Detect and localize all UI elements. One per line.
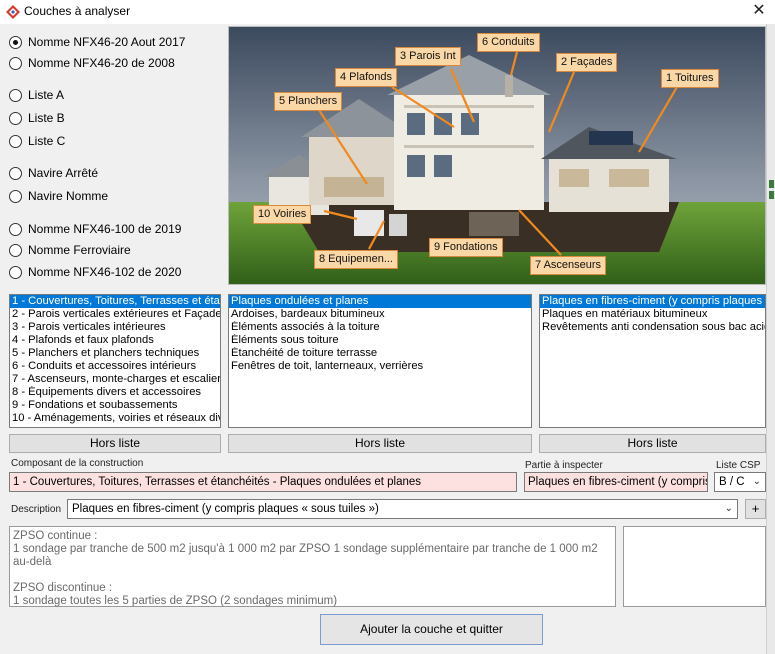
radio-indicator <box>9 88 22 102</box>
close-icon: ✕ <box>752 2 766 19</box>
add-description-button[interactable]: + <box>745 499 766 519</box>
tag-fondations[interactable]: 9 Fondations <box>429 238 503 257</box>
list-item[interactable]: 9 - Fondations et soubassements <box>10 399 220 412</box>
partie-label: Partie à inspecter <box>525 460 603 471</box>
side-notes-textarea[interactable] <box>623 526 766 607</box>
list-item[interactable]: Éléments associés à la toiture <box>229 321 531 334</box>
list-item[interactable]: Fenêtres de toit, lanterneaux, verrières <box>229 360 531 373</box>
list-item[interactable]: 1 - Couvertures, Toitures, Terrasses et … <box>10 295 220 308</box>
sampling-notes-textarea[interactable]: ZPSO continue : 1 sondage par tranche de… <box>9 526 616 607</box>
description-label: Description <box>11 504 62 515</box>
tag-equipements[interactable]: 8 Equipemen... <box>314 250 398 269</box>
arrow-parois-int <box>449 68 476 123</box>
list-item[interactable]: 6 - Conduits et accessoires intérieurs <box>10 360 220 373</box>
list-item[interactable]: 4 - Plafonds et faux plafonds <box>10 334 220 347</box>
tag-toitures[interactable]: 1 Toitures <box>661 69 719 88</box>
composant-label: Composant de la construction <box>11 458 144 469</box>
chevron-down-icon: ⌄ <box>724 503 733 514</box>
window-right-edge <box>766 24 775 654</box>
radio-indicator <box>9 189 22 203</box>
radio-indicator <box>9 166 22 180</box>
radio-indicator <box>9 134 22 148</box>
radio-indicator <box>9 35 22 49</box>
radio-liste-a[interactable]: Liste A <box>9 87 64 103</box>
radio-navire-arrete[interactable]: Navire Arrêté <box>9 165 98 181</box>
composant-field[interactable]: 1 - Couvertures, Toitures, Terrasses et … <box>9 472 517 492</box>
list-item[interactable]: Plaques en fibres-ciment (y compris plaq… <box>540 295 765 308</box>
title-bar: Couches à analyser ✕ <box>0 0 775 24</box>
list-item[interactable]: Plaques en matériaux bitumineux <box>540 308 765 321</box>
radio-indicator <box>9 265 22 279</box>
tag-facades[interactable]: 2 Façades <box>556 53 618 72</box>
radio-indicator <box>9 222 22 236</box>
edge-marker <box>769 180 774 188</box>
building-illustration: 1 Toitures 2 Façades 3 Parois Int 4 Plaf… <box>228 26 766 285</box>
parts-listbox[interactable]: Plaques ondulées et planes Ardoises, bar… <box>228 294 532 428</box>
csp-label: Liste CSP <box>716 460 761 471</box>
tag-voiries[interactable]: 10 Voiries <box>253 205 312 224</box>
list-item[interactable]: 5 - Planchers et planchers techniques <box>10 347 220 360</box>
list-item[interactable]: Plaques ondulées et planes <box>229 295 531 308</box>
arrow-equipements <box>368 220 385 250</box>
radio-indicator <box>9 243 22 257</box>
radio-liste-c[interactable]: Liste C <box>9 133 65 149</box>
hors-liste-materials-button[interactable]: Hors liste <box>539 434 766 453</box>
list-item[interactable]: 10 - Aménagements, voiries et réseaux di… <box>10 412 220 425</box>
window-title: Couches à analyser <box>24 4 131 18</box>
arrow-ascenseurs <box>518 209 562 256</box>
arrow-voiries <box>323 209 358 221</box>
hors-liste-parts-button[interactable]: Hors liste <box>228 434 532 453</box>
description-select[interactable]: Plaques en fibres-ciment (y compris plaq… <box>67 499 738 519</box>
tag-planchers[interactable]: 5 Planchers <box>274 92 343 111</box>
arrow-plafonds <box>391 86 455 128</box>
csp-select[interactable]: B / C ⌄ <box>714 472 766 492</box>
radio-indicator <box>9 56 22 70</box>
radio-indicator <box>9 111 22 125</box>
radio-norm-nfx46-20-2008[interactable]: Nomme NFX46-20 de 2008 <box>9 55 175 71</box>
radio-norm-nfx46-102-2020[interactable]: Nomme NFX46-102 de 2020 <box>9 264 181 280</box>
radio-norm-nfx46-100-2019[interactable]: Nomme NFX46-100 de 2019 <box>9 221 181 237</box>
list-item[interactable]: Éléments sous toiture <box>229 334 531 347</box>
tag-parois-int[interactable]: 3 Parois Int <box>395 47 461 66</box>
edge-marker <box>769 191 774 199</box>
arrow-planchers <box>318 109 368 185</box>
list-item[interactable]: 3 - Parois verticales intérieures <box>10 321 220 334</box>
radio-navire-nomme[interactable]: Navire Nomme <box>9 188 108 204</box>
radio-norm-nfx46-20-2017[interactable]: Nomme NFX46-20 Aout 2017 <box>9 34 185 50</box>
list-item[interactable]: Ardoises, bardeaux bitumineux <box>229 308 531 321</box>
arrow-facades <box>547 71 576 133</box>
close-button[interactable]: ✕ <box>745 1 773 23</box>
tag-plafonds[interactable]: 4 Plafonds <box>335 68 397 87</box>
add-layer-and-quit-button[interactable]: Ajouter la couche et quitter <box>320 614 543 645</box>
list-item[interactable]: Étanchéité de toiture terrasse <box>229 347 531 360</box>
csp-value: B / C <box>719 476 745 488</box>
components-listbox[interactable]: 1 - Couvertures, Toitures, Terrasses et … <box>9 294 221 428</box>
description-value: Plaques en fibres-ciment (y compris plaq… <box>72 503 379 515</box>
radio-liste-b[interactable]: Liste B <box>9 110 65 126</box>
radio-norm-ferroviaire[interactable]: Nomme Ferroviaire <box>9 242 131 258</box>
list-item[interactable]: 7 - Ascenseurs, monte-charges et escalie… <box>10 373 220 386</box>
tag-ascenseurs[interactable]: 7 Ascenseurs <box>530 256 607 275</box>
partie-field[interactable]: Plaques en fibres-ciment (y compris plaq… <box>524 472 708 492</box>
hors-liste-components-button[interactable]: Hors liste <box>9 434 221 453</box>
app-logo-icon <box>6 5 20 19</box>
materials-listbox[interactable]: Plaques en fibres-ciment (y compris plaq… <box>539 294 766 428</box>
list-item[interactable]: 2 - Parois verticales extérieures et Faç… <box>10 308 220 321</box>
list-item[interactable]: 8 - Équipements divers et accessoires <box>10 386 220 399</box>
arrow-conduits <box>509 51 519 76</box>
arrow-toitures <box>638 86 678 153</box>
tag-conduits[interactable]: 6 Conduits <box>477 33 540 52</box>
list-item[interactable]: Revêtements anti condensation sous bac a… <box>540 321 765 334</box>
chevron-down-icon: ⌄ <box>752 476 761 487</box>
